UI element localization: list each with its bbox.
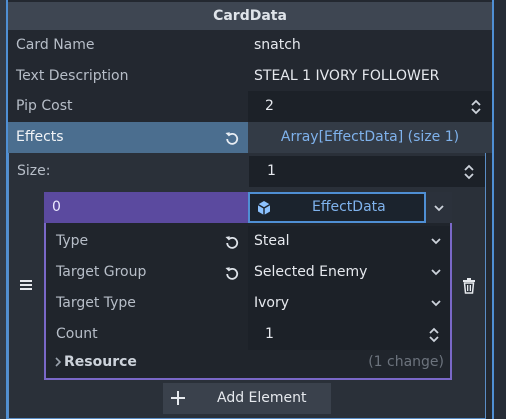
type-row: Type Steal [46, 226, 450, 257]
size-label: Size: [17, 163, 51, 179]
target-group-label: Target Group [56, 264, 147, 280]
reset-icon[interactable] [224, 265, 240, 281]
scrollbar-track[interactable] [492, 0, 506, 419]
chevron-down-icon [431, 238, 441, 245]
pip-cost-label: Pip Cost [16, 98, 73, 114]
count-value: 1 [265, 326, 274, 342]
pip-cost-row: Pip Cost 2 [8, 91, 492, 122]
resource-cube-icon [257, 201, 271, 215]
card-name-field[interactable]: snatch [248, 30, 492, 61]
array-size-row: Size: 1 [9, 156, 485, 187]
count-label: Count [56, 326, 98, 342]
pip-cost-spinbox[interactable]: 2 [248, 91, 492, 122]
count-spinbox[interactable]: 1 [248, 319, 450, 350]
size-spinbox[interactable]: 1 [249, 156, 485, 187]
resource-change-count: (1 change) [368, 354, 444, 370]
reset-icon[interactable] [224, 130, 240, 146]
text-description-row: Text Description STEAL 1 IVORY FOLLOWER [8, 61, 492, 92]
resource-picker-button[interactable]: EffectData [248, 192, 426, 223]
resource-header: CardData [8, 2, 492, 30]
target-type-label: Target Type [56, 295, 136, 311]
type-value: Steal [254, 233, 290, 249]
chevron-right-icon [55, 357, 62, 367]
chevron-down-icon [431, 269, 441, 276]
reset-icon[interactable] [224, 234, 240, 250]
element-index-header[interactable]: 0 [44, 192, 248, 223]
effects-label: Effects [16, 129, 64, 145]
text-description-label: Text Description [16, 68, 129, 84]
stepper-icon[interactable] [470, 99, 482, 115]
card-name-row: Card Name snatch [8, 30, 492, 61]
pip-cost-value: 2 [265, 98, 274, 114]
array-toggle-button[interactable]: Array[EffectData] (size 1) [248, 122, 492, 153]
stepper-icon[interactable] [463, 164, 475, 180]
target-group-row: Target Group Selected Enemy [46, 257, 450, 288]
size-value: 1 [267, 163, 276, 179]
effects-property[interactable]: Effects [8, 122, 248, 153]
target-type-dropdown[interactable]: Ivory [248, 288, 450, 319]
text-description-field[interactable]: STEAL 1 IVORY FOLLOWER [248, 61, 492, 92]
type-label: Type [56, 233, 89, 249]
card-name-label: Card Name [16, 37, 95, 53]
chevron-down-icon [434, 205, 444, 212]
resource-options-dropdown[interactable] [426, 192, 452, 223]
chevron-down-icon [431, 300, 441, 307]
add-element-button[interactable]: Add Element [163, 383, 331, 414]
resource-section-header[interactable]: Resource (1 change) [46, 347, 450, 377]
type-dropdown[interactable]: Steal [248, 226, 450, 257]
target-group-value: Selected Enemy [254, 264, 368, 280]
element-index: 0 [52, 199, 61, 215]
drag-handle-icon[interactable] [19, 279, 33, 291]
target-group-dropdown[interactable]: Selected Enemy [248, 257, 450, 288]
target-type-row: Target Type Ivory [46, 288, 450, 319]
target-type-value: Ivory [254, 295, 290, 311]
count-row: Count 1 [46, 319, 450, 350]
resource-type-label: EffectData [312, 199, 386, 215]
plus-icon [171, 391, 185, 405]
resource-section-label: Resource [64, 354, 137, 370]
stepper-icon[interactable] [428, 327, 440, 343]
resource-title: CardData [213, 8, 287, 24]
array-summary: Array[EffectData] (size 1) [280, 129, 460, 145]
trash-icon[interactable] [462, 278, 476, 294]
add-element-label: Add Element [217, 390, 307, 406]
right-accent-line [492, 0, 494, 419]
